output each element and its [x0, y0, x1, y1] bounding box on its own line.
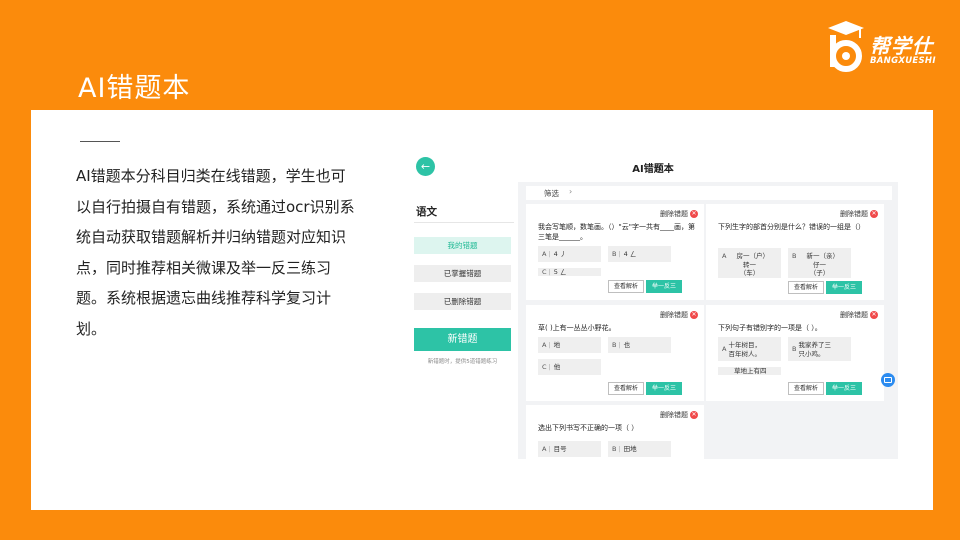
- option-text: 十年树目， 百年树人。: [728, 341, 761, 358]
- option-text: 田地: [623, 445, 637, 453]
- practice-button[interactable]: 举一反三: [646, 382, 682, 395]
- practice-button[interactable]: 举一反三: [826, 281, 862, 294]
- option-a[interactable]: A 十年树目， 百年树人。: [718, 337, 781, 361]
- practice-button[interactable]: 举一反三: [826, 382, 862, 395]
- chevron-right-icon: ›: [569, 187, 573, 196]
- option-b[interactable]: B | 也: [608, 337, 671, 353]
- option-a[interactable]: A | 地: [538, 337, 601, 353]
- brand-name-cn: 帮学仕: [870, 34, 933, 58]
- close-icon[interactable]: ✕: [690, 311, 698, 319]
- close-icon[interactable]: ✕: [870, 210, 878, 218]
- option-text: 4 ㄥ: [623, 250, 637, 258]
- option-text: 房一（户） 转一 （车）: [736, 252, 769, 277]
- mistake-card: 删除错题 ✕ 我会写笔顺，数笔画。（）"云"字一共有____画，第三笔是_____…: [526, 204, 704, 300]
- delete-mistake-button[interactable]: 删除错题 ✕: [660, 209, 698, 219]
- option-text: 他: [553, 363, 561, 371]
- filter-bar[interactable]: 筛选 ›: [526, 186, 892, 200]
- delete-label: 删除错题: [840, 210, 868, 218]
- sidebar-item-deleted[interactable]: 已删除错题: [414, 293, 511, 310]
- practice-button[interactable]: 举一反三: [646, 280, 682, 293]
- delete-label: 删除错题: [660, 311, 688, 319]
- option-c[interactable]: C | 他: [538, 359, 601, 375]
- option-letter: B: [612, 341, 617, 349]
- mistake-card: 删除错题 ✕ 草( )上有一丛丛小野花。 A | 地 B | 也 C | 他 查看解析 举一反…: [526, 305, 704, 401]
- app-screenshot: ← AI错题本 语文 我的错题 已掌握错题 已删除错题 新错题 新错题时，提供5…: [408, 151, 898, 459]
- brand-logo: 帮学仕 BANGXUESHI: [822, 18, 944, 74]
- delete-label: 删除错题: [660, 210, 688, 218]
- delete-label: 删除错题: [660, 411, 688, 419]
- option-b[interactable]: B | 4 ㄥ: [608, 246, 671, 262]
- feature-description: AI错题本分科目归类在线错题，学生也可以自行拍摄自有错题，系统通过ocr识别系统…: [76, 167, 355, 338]
- option-b[interactable]: B 新一（亲） 仔一 （子）: [788, 248, 851, 278]
- view-analysis-button[interactable]: 查看解析: [608, 280, 644, 293]
- delete-mistake-button[interactable]: 删除错题 ✕: [660, 410, 698, 420]
- delete-mistake-button[interactable]: 删除错题 ✕: [840, 209, 878, 219]
- option-letter: C: [542, 268, 547, 276]
- option-letter: A: [722, 252, 727, 260]
- slide-title: AI错题本: [78, 73, 191, 104]
- view-analysis-button[interactable]: 查看解析: [788, 382, 824, 395]
- app-header: ← AI错题本: [408, 151, 898, 182]
- close-icon[interactable]: ✕: [870, 311, 878, 319]
- filter-label: 筛选: [544, 189, 559, 198]
- option-c[interactable]: C | 5 ㄥ: [538, 268, 601, 276]
- option-c[interactable]: C草地上有四: [718, 367, 781, 375]
- option-text: 新一（亲） 仔一 （子）: [806, 252, 839, 277]
- option-text: 我家养了三 只小鸡。: [798, 341, 831, 358]
- option-text: 草地上有四: [734, 367, 767, 375]
- mistake-card: 删除错题 ✕ 选出下列书写不正确的一项（ ） A | 目号 B | 田地: [526, 405, 704, 459]
- divider: [80, 141, 120, 142]
- option-text: 也: [623, 341, 631, 349]
- subject-sidebar: 语文 我的错题 已掌握错题 已删除错题 新错题 新错题时，提供5道错题练习: [408, 182, 518, 459]
- option-letter: C: [542, 363, 547, 371]
- delete-mistake-button[interactable]: 删除错题 ✕: [840, 310, 878, 320]
- divider: [414, 222, 514, 223]
- question-text: 下列生字的部首分别是什么？错误的一组是（）: [718, 223, 865, 231]
- delete-mistake-button[interactable]: 删除错题 ✕: [660, 310, 698, 320]
- mistake-card: 删除错题 ✕ 下列生字的部首分别是什么？错误的一组是（） A 房一（户） 转一 （车…: [706, 204, 884, 300]
- option-letter: B: [792, 345, 797, 353]
- new-mistake-hint: 新错题时，提供5道错题练习: [427, 359, 498, 365]
- video-camera-icon[interactable]: [881, 373, 895, 387]
- new-mistake-button[interactable]: 新错题: [414, 328, 511, 351]
- question-text: 草( )上有一丛丛小野花。: [538, 324, 616, 332]
- question-text: 选出下列书写不正确的一项（ ）: [538, 424, 639, 432]
- app-title: AI错题本: [632, 164, 674, 175]
- option-b[interactable]: B | 田地: [608, 441, 671, 457]
- option-letter: A: [722, 345, 727, 353]
- close-icon[interactable]: ✕: [690, 210, 698, 218]
- close-icon[interactable]: ✕: [690, 411, 698, 419]
- option-a[interactable]: A | 目号: [538, 441, 601, 457]
- sidebar-item-mastered[interactable]: 已掌握错题: [414, 265, 511, 282]
- sidebar-item-my-mistakes[interactable]: 我的错题: [414, 237, 511, 254]
- view-analysis-button[interactable]: 查看解析: [788, 281, 824, 294]
- option-a[interactable]: A | 4 丿: [538, 246, 601, 262]
- option-a[interactable]: A 房一（户） 转一 （车）: [718, 248, 781, 278]
- option-letter: A: [542, 341, 547, 349]
- brand-name-en: BANGXUESHI: [870, 56, 936, 66]
- option-text: 4 丿: [553, 250, 567, 258]
- option-b[interactable]: B 我家养了三 只小鸡。: [788, 337, 851, 361]
- option-letter: A: [542, 250, 547, 258]
- option-letter: A: [542, 445, 547, 453]
- subject-label: 语文: [416, 206, 437, 218]
- option-letter: B: [612, 445, 617, 453]
- delete-label: 删除错题: [840, 311, 868, 319]
- question-text: 我会写笔顺，数笔画。（）"云"字一共有____画，第三笔是______。: [538, 223, 695, 241]
- option-text: 地: [553, 341, 561, 349]
- option-text: 目号: [553, 445, 567, 453]
- option-letter: B: [792, 252, 797, 260]
- mistake-card: 删除错题 ✕ 下列句子有错别字的一项是（ ）。 A 十年树目， 百年树人。 B 我家养…: [706, 305, 884, 401]
- view-analysis-button[interactable]: 查看解析: [608, 382, 644, 395]
- content-panel: AI错题本分科目归类在线错题，学生也可以自行拍摄自有错题，系统通过ocr识别系统…: [31, 110, 933, 510]
- option-letter: B: [612, 250, 617, 258]
- graduation-cap-b-logo-icon: [828, 21, 864, 72]
- option-text: 5 ㄥ: [553, 268, 567, 276]
- question-text: 下列句子有错别字的一项是（ ）。: [718, 324, 822, 332]
